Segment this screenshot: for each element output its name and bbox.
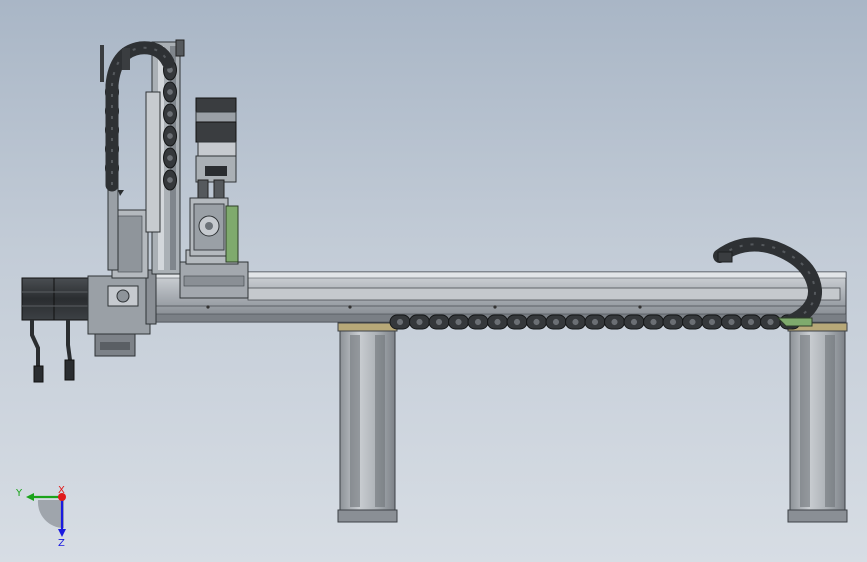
motor-cables [30,320,75,383]
chain-link [163,103,177,125]
chain-link [740,314,762,330]
chain-link [662,314,684,330]
chain-link [721,314,742,330]
chain-link [545,314,567,330]
chain-link [701,314,723,330]
chain-link [526,314,547,330]
chain-link [643,314,664,330]
chain-link [760,314,781,330]
chain-link [682,314,703,330]
left-support-leg [337,322,398,523]
z-axis-label: Z [58,538,65,549]
chain-link [506,314,528,330]
cad-viewport[interactable]: Y X Z [0,0,867,562]
gantry-assembly-drawing: Y X Z [15,39,848,549]
x-axis-label: X [58,485,65,496]
chain-link [428,314,450,330]
z-axis-arrowhead [58,529,66,537]
right-support-leg [787,322,848,523]
coordinate-triad: Y X Z [15,485,66,549]
z-axis-head-assembly [189,97,239,263]
chain-link [448,314,469,330]
chain-link [487,314,508,330]
chain-link [565,314,586,330]
chain-link [163,125,177,147]
chain-link [163,147,177,169]
chain-link [389,314,411,330]
chain-link [409,314,430,330]
chain-link [584,314,606,330]
chain-link [163,169,177,191]
chain-link [467,314,489,330]
chain-link [623,314,645,330]
horizontal-cable-chain [389,314,801,330]
y-axis-label: Y [15,488,23,499]
chain-link [604,314,625,330]
chain-link [163,81,177,103]
y-axis-arrowhead [26,493,34,501]
x-axis-servo-motor [21,275,151,357]
